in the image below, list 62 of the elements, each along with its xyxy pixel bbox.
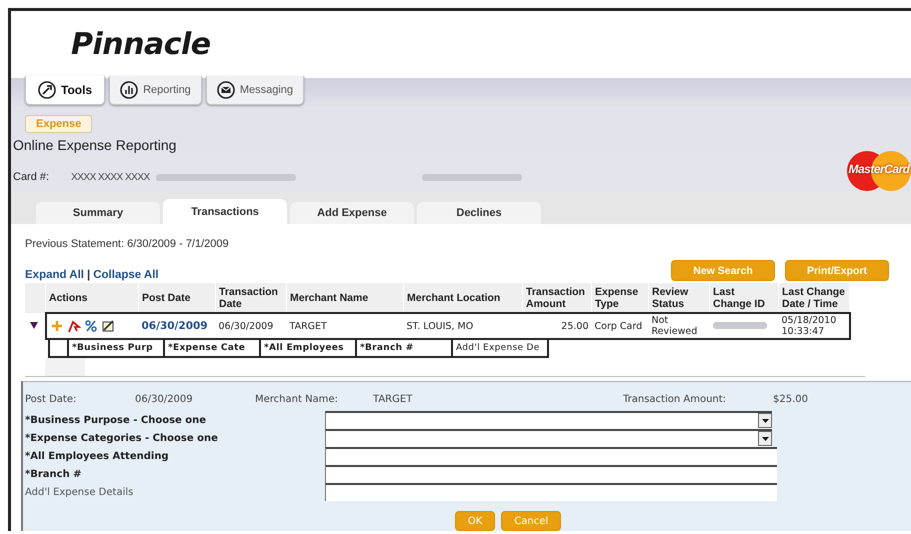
summary-label: Post Date: bbox=[25, 394, 78, 405]
tab[interactable]: Transactions bbox=[163, 199, 287, 224]
table-cell: *Expense Cate bbox=[165, 340, 261, 356]
summary-label: Transaction Amount: bbox=[623, 394, 728, 405]
pinnacle-logo: Pinnacle bbox=[71, 27, 211, 62]
card-number: XXXX XXXX XXXX bbox=[71, 172, 150, 183]
expand-all-link[interactable]: Expand All bbox=[25, 269, 84, 281]
field-label: *Branch # bbox=[25, 468, 83, 482]
table-cell: 05/18/2010 10:33:47 bbox=[778, 313, 850, 339]
nav-tab[interactable]: Tools bbox=[25, 76, 106, 106]
table-cell: Not Reviewed bbox=[648, 313, 710, 339]
table-cell: *Branch # bbox=[357, 340, 453, 356]
summary-value: $25.00 bbox=[773, 394, 809, 405]
tab[interactable]: Summary bbox=[36, 202, 160, 224]
table-cell: 25.00 bbox=[522, 313, 592, 339]
collapse-icon[interactable] bbox=[28, 320, 40, 330]
collapse-all-link[interactable]: Collapse All bbox=[93, 269, 159, 281]
statement-period: Previous Statement: 6/30/2009 - 7/1/2009 bbox=[25, 238, 230, 250]
header-cell bbox=[25, 283, 46, 313]
percent-icon[interactable] bbox=[84, 319, 98, 333]
nav-tab[interactable]: Reporting bbox=[109, 76, 202, 106]
table-cell: ST. LOUIS, MO bbox=[404, 313, 522, 339]
input-field[interactable] bbox=[325, 465, 777, 483]
link-separator: | bbox=[87, 269, 90, 281]
field-label: *Expense Categories - Choose one bbox=[25, 432, 219, 446]
summary-value: TARGET bbox=[373, 394, 414, 405]
column-header: Last Change Date / Time bbox=[778, 283, 850, 313]
flag-icon[interactable] bbox=[66, 319, 80, 333]
envelope-icon bbox=[216, 81, 235, 100]
column-header: Last Change ID bbox=[710, 283, 778, 313]
table-cell: *Business Purp bbox=[69, 340, 165, 356]
column-header: Transaction Amount bbox=[522, 283, 592, 313]
dropdown-field[interactable] bbox=[325, 411, 772, 429]
column-header: Actions bbox=[46, 283, 138, 313]
dropdown-field[interactable] bbox=[325, 429, 772, 447]
column-header: Post Date bbox=[138, 283, 216, 313]
tab[interactable]: Declines bbox=[417, 202, 541, 224]
redacted-text bbox=[712, 322, 766, 328]
table-cell: *All Employees bbox=[261, 340, 357, 356]
field-label: *Business Purpose - Choose one bbox=[25, 414, 208, 428]
column-header: Review Status bbox=[648, 283, 710, 313]
post-date-link[interactable]: 06/30/2009 bbox=[142, 320, 208, 332]
column-header: Merchant Location bbox=[404, 283, 522, 313]
column-header: Merchant Name bbox=[286, 283, 404, 313]
summary-value: 06/30/2009 bbox=[135, 394, 194, 405]
edit-icon[interactable] bbox=[100, 319, 114, 333]
field-label: *All Employees Attending bbox=[25, 450, 170, 464]
summary-label: Merchant Name: bbox=[255, 394, 339, 405]
field-label: Add'l Expense Details bbox=[25, 486, 134, 500]
table-cell-text: Add'l Expense De bbox=[455, 342, 541, 355]
tab[interactable]: Add Expense bbox=[290, 202, 414, 224]
table-cell: TARGET bbox=[286, 313, 404, 339]
card-label: Card #: bbox=[13, 171, 50, 184]
page-title: Online Expense Reporting bbox=[13, 137, 178, 154]
input-field[interactable] bbox=[325, 483, 777, 501]
table-cell: Corp Card bbox=[592, 313, 648, 339]
nav-tab[interactable]: Messaging bbox=[206, 76, 304, 106]
bar-chart-icon bbox=[120, 81, 138, 100]
column-header: Expense Type bbox=[592, 283, 648, 313]
column-header: Transaction Date bbox=[216, 283, 286, 313]
table-cell: 06/30/2009 bbox=[216, 313, 286, 339]
input-field[interactable] bbox=[325, 447, 777, 465]
